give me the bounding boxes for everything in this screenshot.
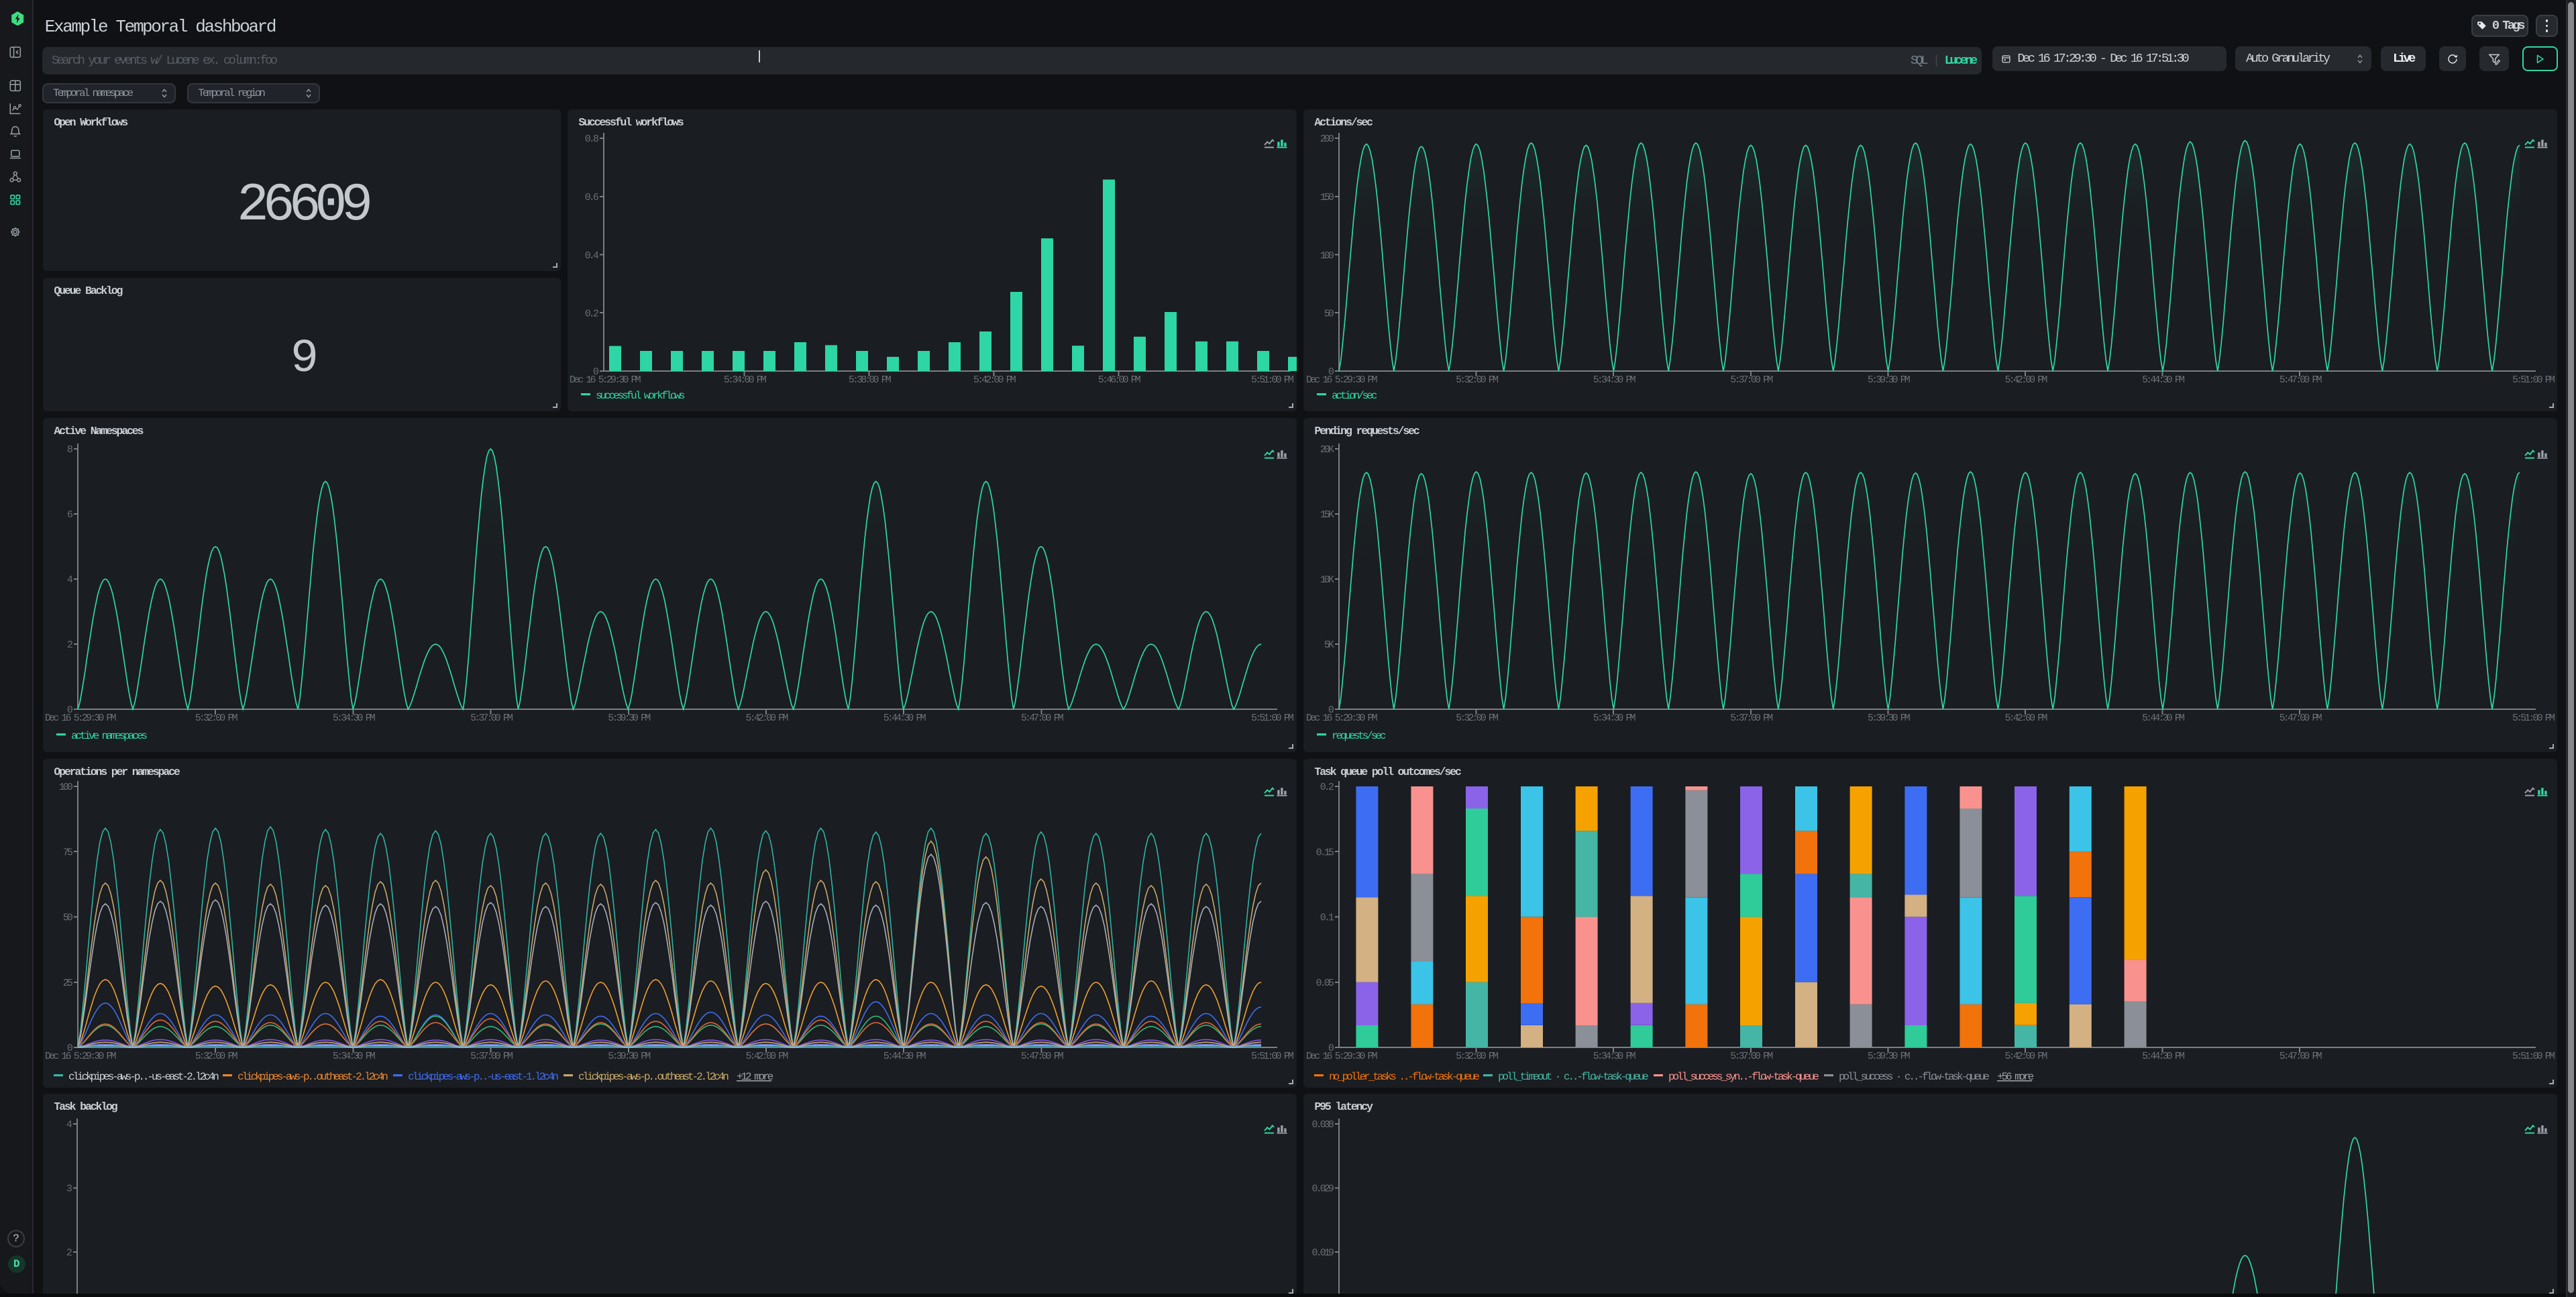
svg-text:Dec 16 5:29:30 PM: Dec 16 5:29:30 PM: [1306, 713, 1378, 724]
svg-text:5:47:00 PM: 5:47:00 PM: [1021, 1051, 1064, 1062]
svg-text:action/sec: action/sec: [1332, 390, 1377, 402]
svg-text:5:47:00 PM: 5:47:00 PM: [1021, 713, 1064, 724]
svg-text:requests/sec: requests/sec: [1332, 730, 1386, 742]
svg-text:5:47:00 PM: 5:47:00 PM: [2279, 713, 2322, 724]
svg-text:5:39:30 PM: 5:39:30 PM: [608, 1051, 651, 1062]
svg-text:5:37:00 PM: 5:37:00 PM: [1730, 1051, 1773, 1062]
svg-text:0.15: 0.15: [1316, 847, 1334, 858]
svg-text:0.019: 0.019: [1311, 1247, 1333, 1259]
svg-text:clickpipes-aws-p..outheast-2.l: clickpipes-aws-p..outheast-2.l2c4n: [237, 1071, 388, 1083]
svg-text:5:46:00 PM: 5:46:00 PM: [1098, 374, 1141, 386]
svg-text:5:44:30 PM: 5:44:30 PM: [2142, 374, 2185, 386]
svg-text:no_poller_tasks ..-flow-task-q: no_poller_tasks ..-flow-task-queue: [1329, 1071, 1479, 1083]
svg-text:poll_timeout · c..-flow-task-q: poll_timeout · c..-flow-task-queue: [1498, 1071, 1648, 1083]
svg-text:2: 2: [66, 1247, 72, 1259]
svg-text:5:32:00 PM: 5:32:00 PM: [1456, 374, 1499, 386]
svg-text:successful workflows: successful workflows: [596, 390, 685, 402]
svg-text:5:37:00 PM: 5:37:00 PM: [1730, 713, 1773, 724]
svg-text:50: 50: [1324, 308, 1334, 319]
svg-text:100: 100: [59, 782, 73, 793]
svg-text:2: 2: [67, 639, 72, 651]
svg-text:+56 more: +56 more: [1997, 1071, 2034, 1083]
svg-text:5:34:30 PM: 5:34:30 PM: [333, 713, 376, 724]
svg-text:5:44:30 PM: 5:44:30 PM: [2142, 1051, 2185, 1062]
svg-text:5:51:00 PM: 5:51:00 PM: [1251, 1051, 1294, 1062]
svg-text:5:47:00 PM: 5:47:00 PM: [2279, 1051, 2322, 1062]
svg-text:5K: 5K: [1324, 639, 1334, 651]
svg-text:clickpipes-aws-p..-us-east-2.l: clickpipes-aws-p..-us-east-2.l2c4n: [68, 1071, 219, 1083]
svg-text:5:32:00 PM: 5:32:00 PM: [1456, 1051, 1499, 1062]
svg-text:5:44:30 PM: 5:44:30 PM: [883, 713, 926, 724]
svg-text:6: 6: [67, 509, 73, 521]
svg-text:5:44:30 PM: 5:44:30 PM: [2142, 713, 2185, 724]
svg-text:5:32:00 PM: 5:32:00 PM: [195, 1051, 238, 1062]
svg-text:0.8: 0.8: [585, 134, 599, 145]
svg-text:15K: 15K: [1320, 509, 1334, 521]
svg-text:0.6: 0.6: [585, 192, 599, 203]
svg-text:0.05: 0.05: [1316, 978, 1334, 989]
svg-text:5:34:30 PM: 5:34:30 PM: [1593, 374, 1636, 386]
svg-text:poll_success · c..-flow-task-q: poll_success · c..-flow-task-queue: [1839, 1071, 1989, 1083]
svg-text:5:34:30 PM: 5:34:30 PM: [1593, 713, 1636, 724]
svg-text:5:51:00 PM: 5:51:00 PM: [1251, 713, 1294, 724]
svg-text:50: 50: [63, 913, 73, 924]
svg-text:0.038: 0.038: [1311, 1119, 1334, 1131]
svg-text:20K: 20K: [1320, 444, 1334, 456]
svg-text:5:47:00 PM: 5:47:00 PM: [2279, 374, 2322, 386]
svg-text:0.2: 0.2: [1320, 782, 1334, 793]
svg-text:Dec 16 5:29:30 PM: Dec 16 5:29:30 PM: [570, 374, 641, 386]
svg-text:5:34:30 PM: 5:34:30 PM: [333, 1051, 376, 1062]
svg-text:5:34:30 PM: 5:34:30 PM: [1593, 1051, 1636, 1062]
svg-text:+12 more: +12 more: [737, 1071, 773, 1083]
svg-text:5:51:00 PM: 5:51:00 PM: [2512, 713, 2555, 724]
svg-text:Dec 16 5:29:30 PM: Dec 16 5:29:30 PM: [45, 713, 117, 724]
svg-text:5:37:00 PM: 5:37:00 PM: [470, 713, 513, 724]
svg-text:0.1: 0.1: [1320, 913, 1334, 924]
svg-text:clickpipes-aws-p..outheast-2.l: clickpipes-aws-p..outheast-2.l2c4n: [578, 1071, 729, 1083]
svg-text:5:42:00 PM: 5:42:00 PM: [2004, 713, 2047, 724]
svg-text:0.4: 0.4: [585, 250, 599, 262]
svg-text:5:34:00 PM: 5:34:00 PM: [724, 374, 767, 386]
svg-text:5:51:00 PM: 5:51:00 PM: [1251, 374, 1294, 386]
svg-text:5:37:00 PM: 5:37:00 PM: [470, 1051, 513, 1062]
svg-text:Dec 16 5:29:30 PM: Dec 16 5:29:30 PM: [45, 1051, 117, 1062]
svg-text:5:42:00 PM: 5:42:00 PM: [745, 713, 788, 724]
svg-text:4: 4: [67, 574, 73, 586]
svg-text:5:42:00 PM: 5:42:00 PM: [2004, 1051, 2047, 1062]
svg-text:clickpipes-aws-p..-us-east-1.l: clickpipes-aws-p..-us-east-1.l2c4n: [408, 1071, 558, 1083]
svg-text:5:38:00 PM: 5:38:00 PM: [849, 374, 892, 386]
svg-text:150: 150: [1320, 192, 1334, 203]
svg-text:active namespaces: active namespaces: [71, 730, 147, 742]
svg-text:5:39:30 PM: 5:39:30 PM: [1868, 713, 1911, 724]
svg-text:poll_success_syn..-flow-task-q: poll_success_syn..-flow-task-queue: [1668, 1071, 1819, 1083]
svg-text:5:39:30 PM: 5:39:30 PM: [608, 713, 651, 724]
svg-text:3: 3: [66, 1184, 72, 1195]
svg-text:5:39:30 PM: 5:39:30 PM: [1868, 374, 1911, 386]
svg-text:5:42:00 PM: 5:42:00 PM: [973, 374, 1016, 386]
svg-text:5:42:00 PM: 5:42:00 PM: [2004, 374, 2047, 386]
svg-text:8: 8: [67, 444, 73, 456]
svg-text:4: 4: [66, 1119, 72, 1131]
svg-text:200: 200: [1320, 134, 1334, 145]
svg-text:0.2: 0.2: [585, 308, 598, 319]
svg-text:5:44:30 PM: 5:44:30 PM: [883, 1051, 926, 1062]
svg-text:5:51:00 PM: 5:51:00 PM: [2512, 374, 2555, 386]
svg-text:25: 25: [63, 978, 73, 989]
svg-text:5:42:00 PM: 5:42:00 PM: [745, 1051, 788, 1062]
svg-text:Dec 16 5:29:30 PM: Dec 16 5:29:30 PM: [1306, 1051, 1378, 1062]
svg-text:0.029: 0.029: [1311, 1184, 1333, 1195]
svg-text:5:32:00 PM: 5:32:00 PM: [195, 713, 238, 724]
svg-text:5:51:00 PM: 5:51:00 PM: [2512, 1051, 2555, 1062]
svg-text:75: 75: [63, 847, 73, 858]
svg-text:Dec 16 5:29:30 PM: Dec 16 5:29:30 PM: [1306, 374, 1378, 386]
svg-text:5:39:30 PM: 5:39:30 PM: [1868, 1051, 1911, 1062]
svg-text:5:37:00 PM: 5:37:00 PM: [1730, 374, 1773, 386]
svg-text:5:32:00 PM: 5:32:00 PM: [1456, 713, 1499, 724]
svg-text:100: 100: [1320, 250, 1334, 262]
svg-text:10K: 10K: [1320, 574, 1334, 586]
